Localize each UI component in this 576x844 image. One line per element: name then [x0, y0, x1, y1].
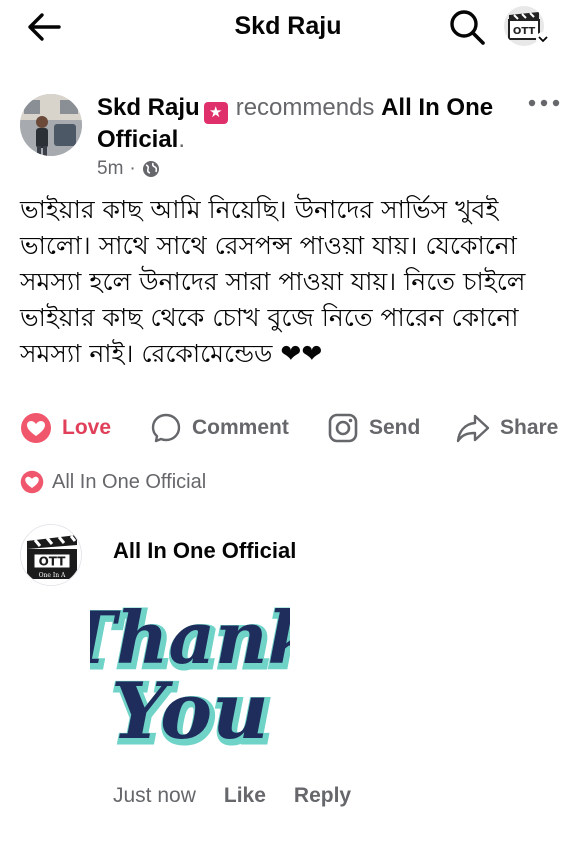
star-badge-icon: ★ [203, 102, 228, 124]
love-reaction-icon [20, 470, 44, 494]
search-icon [450, 10, 485, 45]
more-dots-icon [528, 99, 560, 107]
share-label: Share [500, 416, 559, 439]
svg-text:OTT: OTT [513, 26, 536, 37]
globe-icon [142, 161, 159, 177]
comment-author-avatar[interactable]: OTT One In A [20, 524, 82, 586]
comment-author-name: All In One Official [113, 538, 297, 563]
post-time[interactable]: 5m [97, 158, 123, 180]
comment-like-button[interactable]: Like [224, 784, 266, 808]
comment-bubble-icon [151, 413, 181, 443]
love-reaction-icon [21, 413, 51, 443]
post-meta: 5m · [97, 158, 160, 180]
thank-you-sticker-art: Thank Thank You You [61, 595, 323, 764]
author-photo [20, 94, 82, 156]
profile-menu-button[interactable]: OTT [504, 6, 550, 48]
post-author-avatar[interactable] [20, 94, 82, 156]
post-text: ভাইয়ার কাছ আমি নিয়েছি। উনাদের সার্ভিস … [20, 195, 526, 368]
post-action-bar: Love Comment Send Share [0, 406, 576, 450]
comment-time: Just now [113, 784, 196, 807]
send-label: Send [369, 416, 421, 439]
share-arrow-icon [456, 414, 490, 443]
clapperboard-logo-icon: OTT One In A [21, 525, 81, 585]
post-header: Skd Raju ★ recommends All In One Official. [97, 92, 517, 155]
comment-button[interactable]: Comment [150, 406, 289, 450]
instagram-icon [328, 413, 358, 443]
love-button[interactable]: Love [20, 406, 111, 450]
chevron-down-icon [536, 32, 550, 46]
post-author-name[interactable]: Skd Raju [97, 94, 200, 121]
meta-separator: · [129, 158, 136, 179]
comment-reply-button[interactable]: Reply [294, 784, 351, 808]
search-button[interactable] [445, 6, 489, 48]
comment-actions: Just now Like Reply [113, 784, 351, 808]
thank-you-sticker: Thank Thank You You [61, 578, 323, 774]
page-title: Skd Raju [234, 12, 342, 40]
header-period: . [178, 126, 186, 153]
svg-text:One In A: One In A [39, 572, 66, 579]
post-more-options-button[interactable] [526, 90, 562, 116]
love-label: Love [62, 416, 112, 439]
svg-text:You: You [111, 666, 269, 757]
recommends-text: recommends [235, 94, 375, 121]
reactor-name: All In One Official [52, 470, 207, 493]
send-button[interactable]: Send [327, 406, 420, 450]
reaction-summary[interactable]: All In One Official [20, 470, 206, 494]
comment-label: Comment [192, 416, 289, 439]
top-bar: Skd Raju OTT [0, 0, 576, 56]
share-button[interactable]: Share [456, 406, 558, 450]
svg-text:OTT: OTT [39, 555, 67, 569]
